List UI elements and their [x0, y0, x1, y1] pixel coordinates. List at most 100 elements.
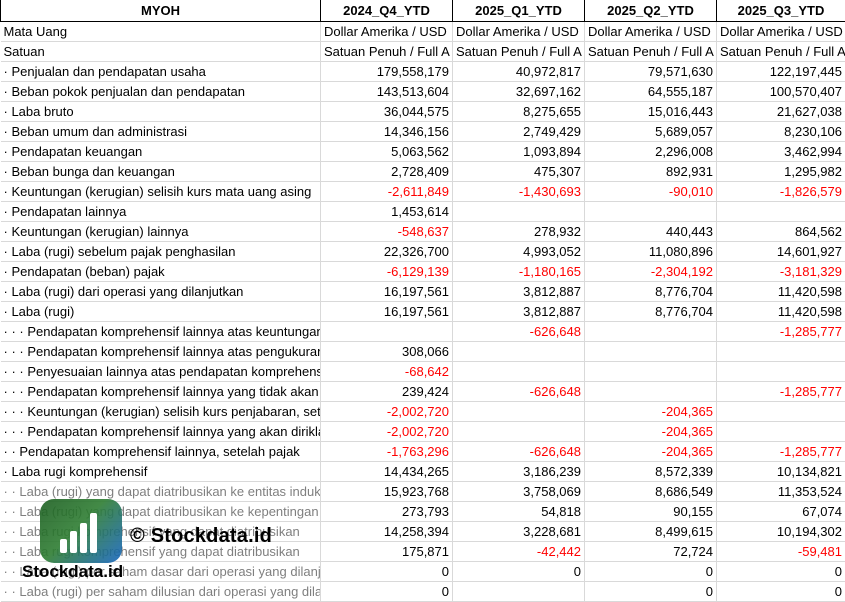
header-col-2[interactable]: 2025_Q1_YTD	[453, 0, 585, 22]
value-cell[interactable]: Dollar Amerika / USD	[321, 22, 453, 42]
value-cell[interactable]	[453, 422, 585, 442]
value-cell[interactable]: 8,686,549	[585, 482, 717, 502]
value-cell[interactable]: 2,296,008	[585, 142, 717, 162]
row-label-cell[interactable]: · · Laba (rugi) yang dapat diatribusikan…	[1, 482, 321, 502]
value-cell[interactable]: 143,513,604	[321, 82, 453, 102]
value-cell[interactable]	[585, 382, 717, 402]
value-cell[interactable]: -68,642	[321, 362, 453, 382]
value-cell[interactable]: 72,724	[585, 542, 717, 562]
header-ticker[interactable]: MYOH	[1, 0, 321, 22]
value-cell[interactable]: 892,931	[585, 162, 717, 182]
row-label-cell[interactable]: · · · Pendapatan komprehensif lainnya ya…	[1, 422, 321, 442]
value-cell[interactable]: -2,002,720	[321, 422, 453, 442]
value-cell[interactable]	[453, 342, 585, 362]
value-cell[interactable]	[717, 402, 845, 422]
value-cell[interactable]: 64,555,187	[585, 82, 717, 102]
header-col-1[interactable]: 2024_Q4_YTD	[321, 0, 453, 22]
value-cell[interactable]: -548,637	[321, 222, 453, 242]
value-cell[interactable]: 8,275,655	[453, 102, 585, 122]
value-cell[interactable]: 14,601,927	[717, 242, 845, 262]
row-label-cell[interactable]: · Keuntungan (kerugian) selisih kurs mat…	[1, 182, 321, 202]
value-cell[interactable]: -3,181,329	[717, 262, 845, 282]
value-cell[interactable]: 2,728,409	[321, 162, 453, 182]
value-cell[interactable]: 10,194,302	[717, 522, 845, 542]
value-cell[interactable]	[717, 342, 845, 362]
row-label-cell[interactable]: · Pendapatan keuangan	[1, 142, 321, 162]
value-cell[interactable]: 15,923,768	[321, 482, 453, 502]
value-cell[interactable]: 3,758,069	[453, 482, 585, 502]
value-cell[interactable]: -204,365	[585, 442, 717, 462]
value-cell[interactable]: 11,420,598	[717, 302, 845, 322]
value-cell[interactable]	[321, 322, 453, 342]
value-cell[interactable]: -2,611,849	[321, 182, 453, 202]
row-label-cell[interactable]: · · Laba rugi komprehensif yang dapat di…	[1, 542, 321, 562]
value-cell[interactable]: 36,044,575	[321, 102, 453, 122]
value-cell[interactable]: -626,648	[453, 442, 585, 462]
value-cell[interactable]: 278,932	[453, 222, 585, 242]
value-cell[interactable]: 8,776,704	[585, 302, 717, 322]
value-cell[interactable]	[453, 582, 585, 602]
value-cell[interactable]: 0	[321, 562, 453, 582]
value-cell[interactable]: -2,304,192	[585, 262, 717, 282]
value-cell[interactable]: 67,074	[717, 502, 845, 522]
value-cell[interactable]: 179,558,179	[321, 62, 453, 82]
value-cell[interactable]: 8,572,339	[585, 462, 717, 482]
value-cell[interactable]: -204,365	[585, 422, 717, 442]
value-cell[interactable]: -2,002,720	[321, 402, 453, 422]
value-cell[interactable]: -42,442	[453, 542, 585, 562]
row-label-cell[interactable]: · Pendapatan (beban) pajak	[1, 262, 321, 282]
value-cell[interactable]: 3,462,994	[717, 142, 845, 162]
value-cell[interactable]: 5,689,057	[585, 122, 717, 142]
value-cell[interactable]: 5,063,562	[321, 142, 453, 162]
value-cell[interactable]: 0	[717, 582, 845, 602]
value-cell[interactable]: 11,080,896	[585, 242, 717, 262]
value-cell[interactable]: 15,016,443	[585, 102, 717, 122]
value-cell[interactable]: Satuan Penuh / Full A	[585, 42, 717, 62]
row-label-cell[interactable]: Satuan	[1, 42, 321, 62]
value-cell[interactable]: 440,443	[585, 222, 717, 242]
value-cell[interactable]	[453, 402, 585, 422]
row-label-cell[interactable]: · Penjualan dan pendapatan usaha	[1, 62, 321, 82]
row-label-cell[interactable]: · Beban bunga dan keuangan	[1, 162, 321, 182]
value-cell[interactable]: -1,285,777	[717, 382, 845, 402]
value-cell[interactable]: 0	[453, 562, 585, 582]
value-cell[interactable]: 32,697,162	[453, 82, 585, 102]
value-cell[interactable]: 79,571,630	[585, 62, 717, 82]
value-cell[interactable]	[585, 202, 717, 222]
value-cell[interactable]: Satuan Penuh / Full A	[321, 42, 453, 62]
row-label-cell[interactable]: · · · Pendapatan komprehensif lainnya at…	[1, 322, 321, 342]
value-cell[interactable]: 308,066	[321, 342, 453, 362]
header-col-4[interactable]: 2025_Q3_YTD	[717, 0, 845, 22]
value-cell[interactable]: 16,197,561	[321, 282, 453, 302]
value-cell[interactable]: 864,562	[717, 222, 845, 242]
value-cell[interactable]: -204,365	[585, 402, 717, 422]
value-cell[interactable]: 1,453,614	[321, 202, 453, 222]
value-cell[interactable]: -1,285,777	[717, 322, 845, 342]
value-cell[interactable]: 14,258,394	[321, 522, 453, 542]
value-cell[interactable]: 90,155	[585, 502, 717, 522]
value-cell[interactable]: Dollar Amerika / USD	[585, 22, 717, 42]
row-label-cell[interactable]: · · · Pendapatan komprehensif lainnya ya…	[1, 382, 321, 402]
value-cell[interactable]: 3,228,681	[453, 522, 585, 542]
value-cell[interactable]: 0	[585, 582, 717, 602]
value-cell[interactable]: Dollar Amerika / USD	[453, 22, 585, 42]
value-cell[interactable]: 14,346,156	[321, 122, 453, 142]
value-cell[interactable]	[585, 362, 717, 382]
row-label-cell[interactable]: · · · Penyesuaian lainnya atas pendapata…	[1, 362, 321, 382]
value-cell[interactable]: 8,499,615	[585, 522, 717, 542]
value-cell[interactable]: 16,197,561	[321, 302, 453, 322]
header-col-3[interactable]: 2025_Q2_YTD	[585, 0, 717, 22]
row-label-cell[interactable]: · · Pendapatan komprehensif lainnya, set…	[1, 442, 321, 462]
row-label-cell[interactable]: · Beban umum dan administrasi	[1, 122, 321, 142]
value-cell[interactable]: 239,424	[321, 382, 453, 402]
value-cell[interactable]: -90,010	[585, 182, 717, 202]
value-cell[interactable]: 54,818	[453, 502, 585, 522]
value-cell[interactable]: -1,285,777	[717, 442, 845, 462]
value-cell[interactable]: 11,353,524	[717, 482, 845, 502]
value-cell[interactable]: 175,871	[321, 542, 453, 562]
row-label-cell[interactable]: · Pendapatan lainnya	[1, 202, 321, 222]
row-label-cell[interactable]: · · Laba (rugi) per saham dilusian dari …	[1, 582, 321, 602]
row-label-cell[interactable]: · Laba rugi komprehensif	[1, 462, 321, 482]
row-label-cell[interactable]: · · Laba (rugi) per saham dasar dari ope…	[1, 562, 321, 582]
value-cell[interactable]: 273,793	[321, 502, 453, 522]
